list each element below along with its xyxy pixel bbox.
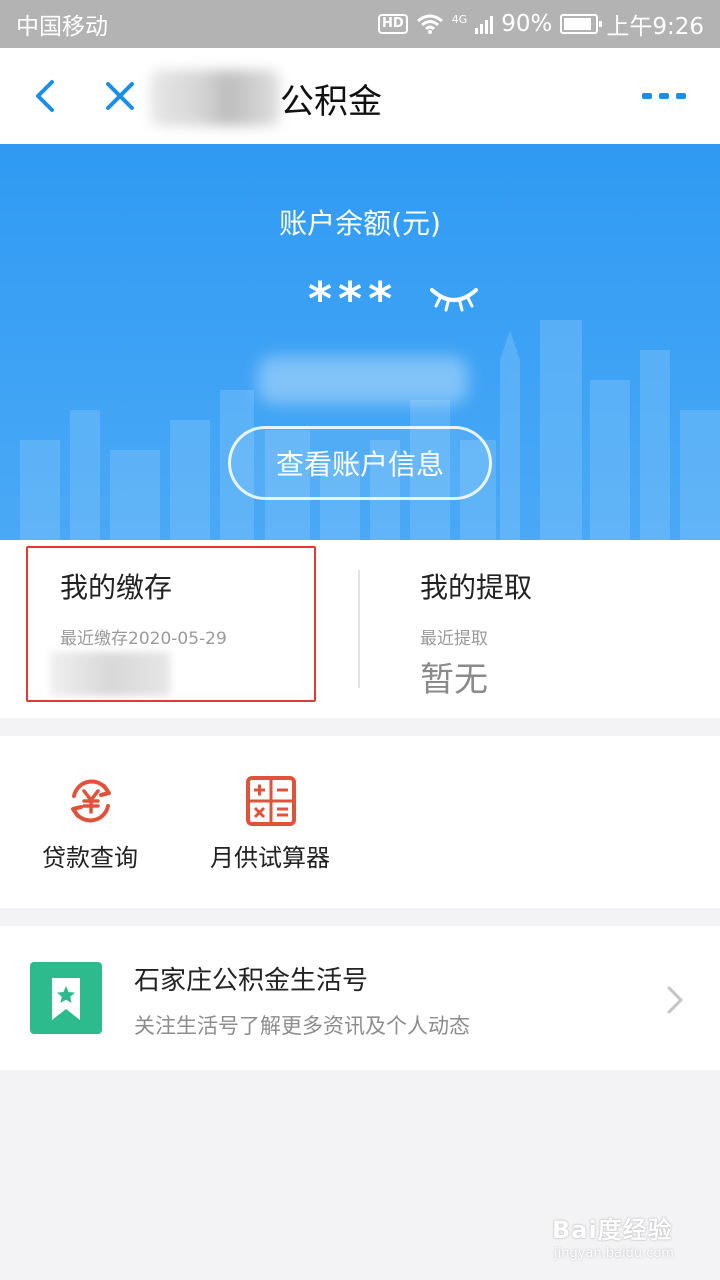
- life-account-description: 关注生活号了解更多资讯及个人动态: [134, 1014, 470, 1038]
- network-type-label: 4G: [451, 13, 468, 26]
- wifi-icon: [416, 14, 443, 34]
- life-account-avatar: [30, 962, 102, 1034]
- page-title: 公积金: [280, 82, 382, 122]
- balance-banner: 账户余额(元) *** 查看账户信息: [0, 144, 720, 540]
- eye-closed-icon[interactable]: [428, 284, 480, 312]
- chevron-right-icon: [667, 986, 683, 1014]
- nav-bar: 公积金: [0, 48, 720, 144]
- watermark-url: jingyan.baidu.com: [554, 1246, 674, 1261]
- balance-value: ***: [308, 272, 399, 326]
- my-withdraw-section[interactable]: 我的提取 最近提取 暂无: [360, 540, 720, 718]
- city-skyline-illustration: [20, 320, 720, 540]
- loan-query-button[interactable]: 贷款查询: [0, 736, 180, 908]
- loan-query-label: 贷款查询: [42, 844, 138, 872]
- redacted-city-name: [150, 70, 280, 126]
- battery-percent: 90%: [501, 11, 553, 37]
- calculator-label: 月供试算器: [210, 844, 330, 872]
- back-icon[interactable]: [28, 76, 64, 116]
- view-account-info-button[interactable]: 查看账户信息: [228, 426, 492, 500]
- life-account-row[interactable]: 石家庄公积金生活号 关注生活号了解更多资讯及个人动态: [0, 926, 720, 1070]
- more-icon[interactable]: [640, 90, 688, 102]
- battery-fill: [564, 18, 592, 30]
- hd-icon: HD: [378, 14, 408, 34]
- highlight-box: [26, 546, 316, 702]
- status-bar: 中国移动 HD 4G 90% 上午9:26: [0, 0, 720, 48]
- yuan-refresh-icon: [71, 779, 111, 823]
- watermark-logo: Bai度经验: [552, 1216, 673, 1244]
- withdraw-last-label: 最近提取: [420, 629, 488, 649]
- watermark: Bai度经验 jingyan.baidu.com: [552, 1210, 702, 1270]
- summary-card: 我的缴存 最近缴存2020-05-29 我的提取 最近提取 暂无: [0, 540, 720, 718]
- close-icon[interactable]: [100, 76, 140, 116]
- life-account-title: 石家庄公积金生活号: [134, 966, 369, 996]
- battery-icon: [560, 14, 603, 34]
- withdraw-title: 我的提取: [420, 571, 533, 604]
- bookmark-star-icon: [52, 978, 80, 1020]
- balance-label: 账户余额(元): [279, 207, 441, 240]
- monthly-payment-calculator-button[interactable]: 月供试算器: [180, 736, 360, 908]
- signal-icon: [475, 14, 494, 34]
- withdraw-value: 暂无: [420, 660, 488, 700]
- redacted-account-info: [258, 356, 468, 404]
- tools-section: 贷款查询 月供试算器: [0, 736, 720, 908]
- clock: 上午9:26: [606, 14, 704, 40]
- carrier-label: 中国移动: [16, 14, 108, 40]
- calculator-icon: [246, 776, 296, 826]
- status-icons: HD 4G 90% 上午9:26: [378, 7, 704, 41]
